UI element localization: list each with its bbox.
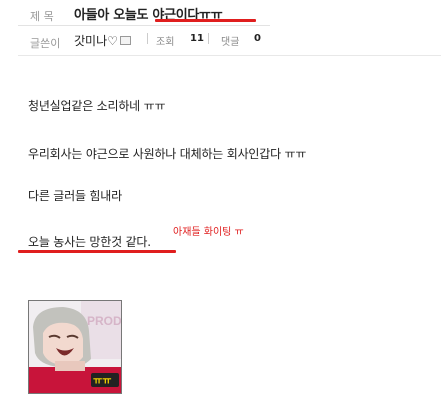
image-caption: ㅠㅠ <box>93 376 111 387</box>
body-line-3: 다른 글러들 힘내라 <box>28 189 122 203</box>
annotation-text: 아재들 화이팅 ㅠ <box>173 227 244 238</box>
author-name-text[interactable]: 갓미나♡ <box>74 34 118 48</box>
comments-label: 댓글 <box>221 37 240 48</box>
author-name[interactable]: 갓미나♡ <box>74 32 131 49</box>
meme-image[interactable]: PROD ㅠㅠ <box>28 300 122 394</box>
views-label: 조회 <box>156 37 175 48</box>
views-count: 11 <box>190 33 204 44</box>
comments-count: 0 <box>254 33 261 44</box>
background-text: PROD <box>87 314 121 328</box>
content-divider <box>18 55 441 56</box>
header-divider <box>18 25 270 26</box>
title-label: 제 목 <box>30 10 54 23</box>
author-label: 글쓴이 <box>30 37 61 50</box>
title-underline <box>155 19 256 22</box>
body-underline <box>18 250 176 253</box>
post-header: 제 목 아들아 오늘도 야근이다ㅠㅠ <box>0 0 441 28</box>
mail-icon[interactable] <box>119 36 131 45</box>
meta-separator <box>147 33 148 44</box>
body-line-2: 우리회사는 야근으로 사원하나 대체하는 회사인갑다 ㅠㅠ <box>28 147 307 161</box>
crying-person-image: PROD ㅠㅠ <box>29 301 121 393</box>
body-line-4: 오늘 농사는 망한것 같다. <box>28 235 151 249</box>
meta-separator <box>208 33 209 44</box>
body-line-1: 청년실업같은 소리하네 ㅠㅠ <box>28 99 166 113</box>
post-title-text: 아들아 오늘도 <box>74 8 153 23</box>
